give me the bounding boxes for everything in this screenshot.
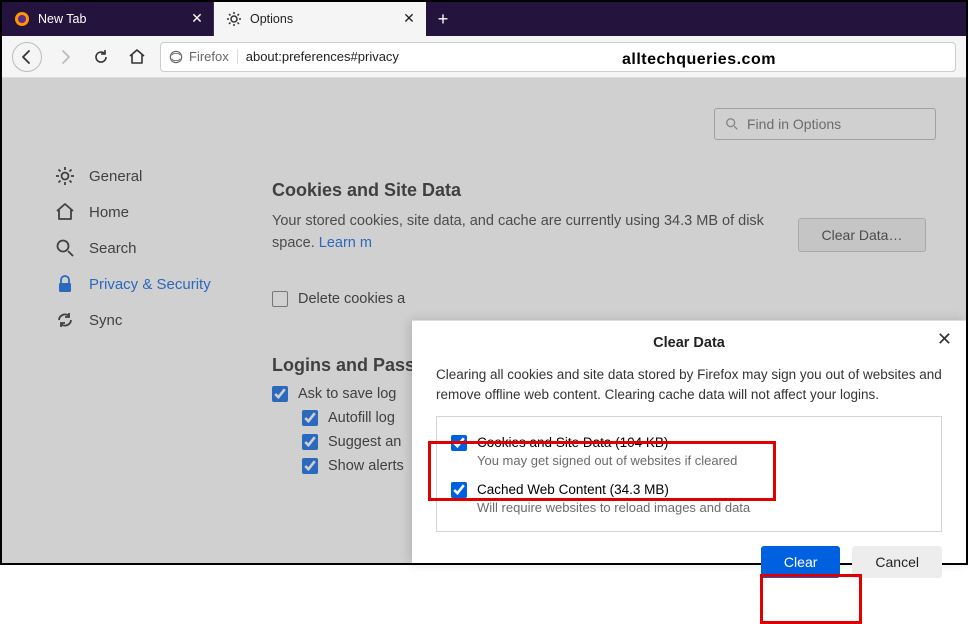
- option-label: Cookies and Site Data (104 KB): [477, 435, 737, 450]
- option-cached-web-content[interactable]: Cached Web Content (34.3 MB) Will requir…: [451, 478, 927, 517]
- firefox-favicon: [14, 11, 30, 27]
- tab-new-tab[interactable]: New Tab ✕: [2, 2, 214, 36]
- option-sublabel: You may get signed out of websites if cl…: [477, 453, 737, 468]
- tab-options[interactable]: Options ✕: [214, 2, 426, 36]
- clear-data-dialog: ✕ Clear Data Clearing all cookies and si…: [412, 320, 966, 563]
- url-text: about:preferences#privacy: [246, 49, 399, 64]
- watermark-text: alltechqueries.com: [622, 51, 776, 69]
- clear-button[interactable]: Clear: [761, 546, 840, 578]
- annotation-highlight: [760, 574, 862, 624]
- gear-favicon: [226, 11, 242, 27]
- checkbox-icon[interactable]: [451, 482, 467, 498]
- new-tab-button[interactable]: +: [426, 2, 460, 36]
- checkbox-icon[interactable]: [451, 435, 467, 451]
- tab-title: Options: [250, 12, 393, 26]
- reload-button[interactable]: [88, 44, 114, 70]
- dialog-close-button[interactable]: ✕: [933, 325, 956, 354]
- url-bar[interactable]: Firefox about:preferences#privacy: [160, 42, 956, 72]
- identity-label: Firefox: [189, 49, 229, 64]
- dialog-options: Cookies and Site Data (104 KB) You may g…: [436, 416, 942, 532]
- cancel-button[interactable]: Cancel: [852, 546, 942, 578]
- tab-strip: New Tab ✕ Options ✕ +: [2, 2, 966, 36]
- tab-title: New Tab: [38, 12, 181, 26]
- forward-button: [52, 44, 78, 70]
- back-button[interactable]: [12, 42, 42, 72]
- option-cookies-site-data[interactable]: Cookies and Site Data (104 KB) You may g…: [451, 431, 927, 478]
- close-icon[interactable]: ✕: [189, 11, 205, 27]
- close-icon[interactable]: ✕: [401, 11, 417, 27]
- identity-box[interactable]: Firefox: [169, 49, 238, 64]
- option-label: Cached Web Content (34.3 MB): [477, 482, 750, 497]
- nav-toolbar: Firefox about:preferences#privacy: [2, 36, 966, 78]
- dialog-description: Clearing all cookies and site data store…: [436, 365, 942, 406]
- option-sublabel: Will require websites to reload images a…: [477, 500, 750, 515]
- firefox-mono-icon: [169, 50, 183, 64]
- dialog-title: Clear Data: [436, 335, 942, 351]
- home-button[interactable]: [124, 44, 150, 70]
